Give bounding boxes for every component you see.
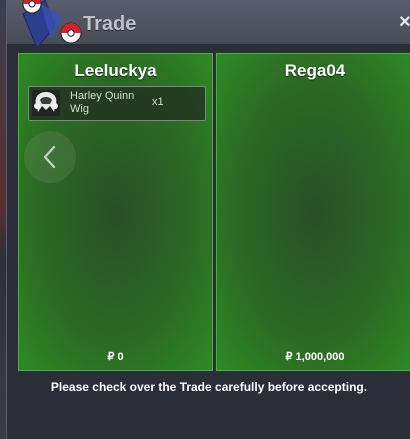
partner-offer-panel: Rega04 ₽ 1,000,000 [216, 53, 410, 371]
window-title: Trade [83, 13, 137, 35]
chevron-left-icon [43, 145, 56, 169]
close-icon: × [399, 11, 410, 33]
player-name: Rega04 [284, 61, 346, 80]
money-amount: ₽ 1,000,000 [285, 351, 345, 363]
close-button[interactable]: × [399, 10, 410, 34]
previous-page-button[interactable] [24, 131, 76, 183]
pokeball-emblem-icon [15, 0, 85, 52]
money-amount: ₽ 0 [107, 351, 124, 363]
player-name: Leeluckya [74, 61, 157, 80]
wig-icon [32, 90, 60, 116]
trade-window: Trade × Leeluckya Harley Quinn Wig x1 ₽ … [6, 0, 410, 439]
item-quantity: x1 [152, 96, 164, 108]
trade-notice: Please check over the Trade carefully be… [50, 380, 368, 394]
my-offer-panel: Leeluckya Harley Quinn Wig x1 ₽ 0 [18, 53, 213, 371]
trade-item[interactable]: Harley Quinn Wig x1 [28, 86, 206, 121]
title-bar[interactable]: Trade × [7, 0, 410, 49]
item-name: Harley Quinn Wig [70, 90, 135, 115]
